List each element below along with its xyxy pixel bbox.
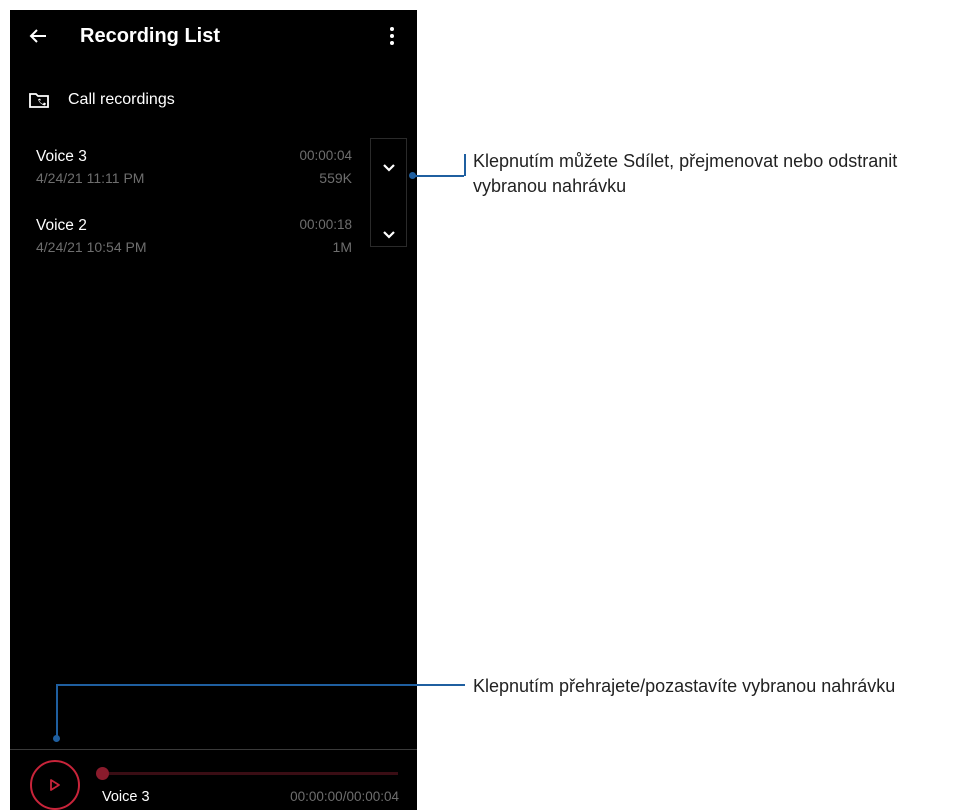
callout-expand-text: Klepnutím můžete Sdílet, přejmenovat neb… xyxy=(473,151,898,196)
recording-size: 1M xyxy=(332,239,352,255)
callout-line xyxy=(56,685,58,737)
recording-duration: 00:00:18 xyxy=(299,217,352,232)
player-divider xyxy=(10,749,417,750)
now-playing-name: Voice 3 xyxy=(102,789,150,805)
recording-name: Voice 2 xyxy=(36,217,87,234)
expand-button[interactable] xyxy=(371,156,407,180)
callout-line xyxy=(412,175,464,177)
back-button[interactable] xyxy=(24,22,52,50)
chevron-down-icon xyxy=(383,164,395,172)
chevron-down-icon xyxy=(383,231,395,239)
seek-handle[interactable] xyxy=(95,767,109,780)
overflow-menu-button[interactable] xyxy=(380,22,404,50)
playback-time: 00:00:00/00:00:04 xyxy=(290,789,399,804)
expand-options-highlight xyxy=(370,138,407,247)
page-title: Recording List xyxy=(80,25,221,47)
call-recordings-label: Call recordings xyxy=(68,91,175,108)
expand-button[interactable] xyxy=(371,223,407,247)
recording-date: 4/24/21 11:11 PM xyxy=(36,170,145,186)
recording-item[interactable]: Voice 2 4/24/21 10:54 PM 00:00:18 1M xyxy=(10,217,370,267)
callout-play-text: Klepnutím přehrajete/pozastavíte vybrano… xyxy=(473,676,896,696)
recording-date: 4/24/21 10:54 PM xyxy=(36,239,147,255)
play-icon xyxy=(50,779,60,791)
recording-duration: 00:00:04 xyxy=(299,148,352,163)
callout-line xyxy=(56,684,465,686)
arrow-left-icon xyxy=(29,29,46,43)
folder-call-icon xyxy=(29,93,49,108)
seek-bar[interactable] xyxy=(102,772,398,775)
call-recordings-folder[interactable]: Call recordings xyxy=(28,88,175,112)
play-pause-button[interactable] xyxy=(30,760,80,810)
recording-size: 559K xyxy=(319,170,352,186)
more-vert-icon xyxy=(390,27,394,45)
recording-name: Voice 3 xyxy=(36,148,87,165)
recording-item[interactable]: Voice 3 4/24/21 11:11 PM 00:00:04 559K xyxy=(10,148,370,198)
recording-list-screen: Recording List Call recordings Voice 3 4… xyxy=(10,10,417,810)
callout-line xyxy=(464,154,466,176)
